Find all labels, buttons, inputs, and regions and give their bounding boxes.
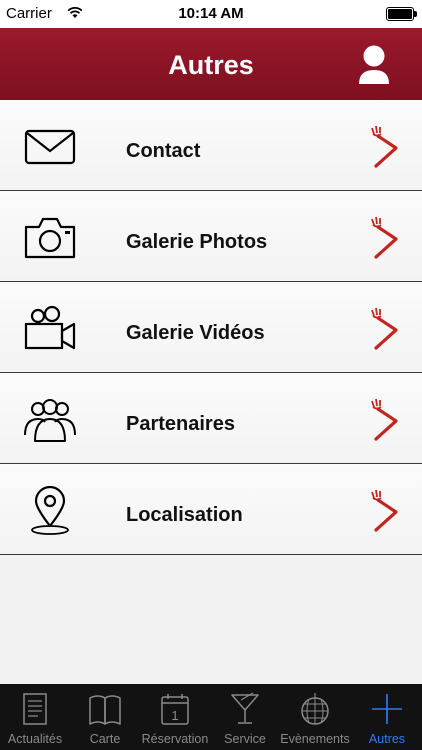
tab-label: Service	[224, 732, 266, 746]
tab-carte[interactable]: Carte	[70, 684, 140, 750]
tab-label: Carte	[89, 732, 121, 746]
tab-evenements[interactable]: Evènements	[280, 684, 350, 750]
tab-actualites[interactable]: Actualités	[0, 684, 70, 750]
menu-item-label: Localisation	[126, 504, 243, 526]
menu-item-label: Partenaires	[126, 413, 235, 435]
calendar-icon: 1	[161, 694, 189, 725]
menu-item-localisation[interactable]: Localisation	[0, 464, 422, 555]
status-bar: Carrier 10:14 AM	[0, 0, 422, 28]
status-time: 10:14 AM	[178, 5, 244, 22]
video-camera-icon	[24, 305, 76, 350]
newspaper-icon	[23, 693, 47, 725]
tab-autres[interactable]: Autres	[352, 684, 422, 750]
tab-label: Evènements	[280, 732, 350, 746]
fork-chevron-icon	[371, 398, 398, 441]
tab-reservation[interactable]: 1 Réservation	[140, 684, 210, 750]
user-icon[interactable]	[358, 44, 390, 86]
fork-chevron-icon	[371, 307, 398, 350]
calendar-day: 1	[171, 708, 178, 723]
cocktail-icon	[231, 692, 259, 724]
envelope-icon	[24, 129, 76, 165]
camera-icon	[24, 217, 76, 259]
tab-label: Autres	[368, 732, 406, 746]
menu-item-label: Contact	[126, 140, 201, 162]
menu-item-partenaires[interactable]: Partenaires	[0, 373, 422, 464]
fork-chevron-icon	[371, 216, 398, 259]
book-icon	[89, 695, 121, 725]
tab-label: Actualités	[7, 732, 63, 746]
nav-bar: Autres	[0, 28, 422, 100]
menu-item-label: Galerie Vidéos	[126, 322, 265, 344]
menu-item-label: Galerie Photos	[126, 231, 268, 253]
plus-icon	[372, 694, 402, 724]
menu-list: Contact Galerie Photos Galerie Vidéos Pa…	[0, 100, 422, 555]
fork-chevron-icon	[371, 125, 398, 168]
tab-service[interactable]: Service	[210, 684, 280, 750]
tab-label: Réservation	[141, 732, 209, 746]
disco-ball-icon	[301, 693, 329, 725]
location-pin-icon	[31, 486, 69, 535]
tab-bar: Actualités Carte 1 Réservation Service E…	[0, 684, 422, 750]
menu-item-contact[interactable]: Contact	[0, 100, 422, 191]
menu-item-galerie-videos[interactable]: Galerie Vidéos	[0, 282, 422, 373]
battery-icon	[386, 7, 417, 21]
menu-item-galerie-photos[interactable]: Galerie Photos	[0, 191, 422, 282]
fork-chevron-icon	[371, 489, 398, 532]
people-icon	[24, 399, 76, 442]
